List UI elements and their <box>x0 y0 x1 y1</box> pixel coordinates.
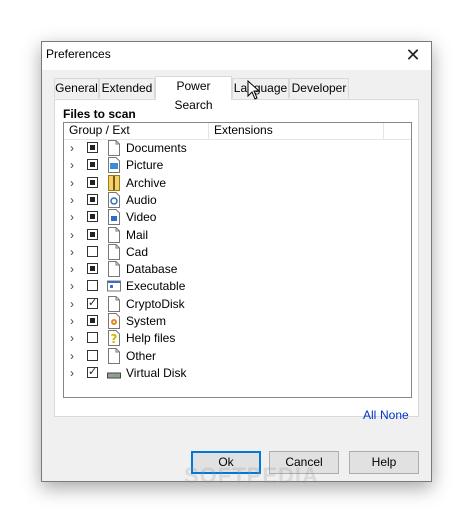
row-checkbox[interactable] <box>87 263 98 275</box>
document-icon <box>107 261 121 278</box>
chevron-right-icon[interactable]: › <box>67 245 77 259</box>
row-label: Audio <box>126 192 157 207</box>
row-checkbox[interactable] <box>87 176 98 188</box>
row-label: System <box>126 314 167 328</box>
chevron-right-icon[interactable]: › <box>67 349 77 363</box>
row-label: Archive <box>126 175 167 190</box>
row-checkbox[interactable] <box>87 211 98 223</box>
list-item[interactable]: › Documents <box>64 140 411 157</box>
list-item[interactable]: › Mail <box>64 226 411 244</box>
list-item[interactable]: › Executable <box>64 278 411 295</box>
executable-icon <box>107 278 121 294</box>
list-item[interactable]: › System <box>64 313 411 330</box>
column-extensions[interactable]: Extensions <box>209 123 384 139</box>
row-label: Other <box>126 348 157 363</box>
title-bar[interactable]: Preferences ✕ <box>42 42 431 70</box>
row-label: Cad <box>126 244 149 259</box>
tab-power-search[interactable]: Power Search <box>155 76 232 112</box>
list-item[interactable]: › Video <box>64 209 411 226</box>
archive-icon <box>107 174 121 191</box>
row-checkbox[interactable] <box>87 365 98 379</box>
document-icon <box>107 295 121 312</box>
row-label: CryptoDisk <box>126 296 185 311</box>
row-label: Picture <box>126 158 164 173</box>
mouse-cursor-icon <box>247 80 261 100</box>
files-to-scan-label: Files to scan <box>63 107 136 121</box>
row-checkbox[interactable] <box>87 142 98 153</box>
tab-developer[interactable]: Developer <box>289 78 349 98</box>
chevron-right-icon[interactable]: › <box>67 176 77 190</box>
row-label: Documents <box>126 141 187 155</box>
svg-text:?: ? <box>111 332 118 346</box>
window-title: Preferences <box>46 47 111 61</box>
chevron-right-icon[interactable]: › <box>67 210 77 224</box>
disk-icon <box>107 365 121 381</box>
row-label: Help files <box>126 331 176 346</box>
document-icon <box>107 226 121 243</box>
help-button[interactable]: Help <box>349 451 419 474</box>
chevron-right-icon[interactable]: › <box>67 279 77 293</box>
audio-icon <box>107 191 121 208</box>
chevron-right-icon[interactable]: › <box>67 193 77 207</box>
document-icon <box>107 243 121 260</box>
document-icon <box>107 140 121 156</box>
row-label: Video <box>126 210 157 225</box>
chevron-right-icon[interactable]: › <box>67 314 77 328</box>
list-item[interactable]: › Picture <box>64 157 411 174</box>
list-item[interactable]: › Other <box>64 347 411 365</box>
row-checkbox[interactable] <box>87 193 98 205</box>
picture-icon <box>107 157 121 174</box>
select-none-link[interactable]: None <box>380 408 409 422</box>
system-icon <box>107 313 121 329</box>
watermark-text: SOFTPEDIA <box>184 463 319 488</box>
help-icon: ? <box>107 330 121 347</box>
row-checkbox[interactable] <box>87 228 98 240</box>
row-checkbox[interactable] <box>87 159 98 171</box>
row-label: Executable <box>126 279 186 294</box>
list-item[interactable]: › Database <box>64 261 411 278</box>
chevron-right-icon[interactable]: › <box>67 262 77 276</box>
power-search-panel: Files to scan Group / Ext Extensions › Do… <box>54 99 419 417</box>
preferences-dialog: Preferences ✕ General Extended Power Sea… <box>41 41 432 482</box>
video-icon <box>107 209 121 226</box>
row-label: Mail <box>126 227 149 242</box>
row-label: Database <box>126 262 178 277</box>
chevron-right-icon[interactable]: › <box>67 297 77 311</box>
list-item[interactable]: › Virtual Disk <box>64 365 411 382</box>
row-checkbox[interactable] <box>87 349 98 361</box>
chevron-right-icon[interactable]: › <box>67 366 77 380</box>
tab-general[interactable]: General <box>54 78 99 98</box>
row-checkbox[interactable] <box>87 296 98 310</box>
chevron-right-icon[interactable]: › <box>67 331 77 345</box>
row-checkbox[interactable] <box>87 280 98 292</box>
chevron-right-icon[interactable]: › <box>67 228 77 242</box>
tab-extended[interactable]: Extended <box>99 78 155 98</box>
list-item[interactable]: › Cad <box>64 243 411 261</box>
list-item[interactable]: › Audio <box>64 191 411 209</box>
close-icon[interactable]: ✕ <box>403 45 423 65</box>
chevron-right-icon[interactable]: › <box>67 158 77 172</box>
list-item[interactable]: › CryptoDisk <box>64 295 411 313</box>
document-icon <box>107 347 121 364</box>
column-group-ext[interactable]: Group / Ext <box>64 123 209 139</box>
files-to-scan-list[interactable]: Group / Ext Extensions › Documents › Pictur… <box>63 122 412 398</box>
chevron-right-icon[interactable]: › <box>67 141 77 155</box>
row-checkbox[interactable] <box>87 332 98 344</box>
select-all-link[interactable]: All <box>363 408 376 422</box>
list-item[interactable]: ›? Help files <box>64 330 411 347</box>
row-checkbox[interactable] <box>87 245 98 257</box>
list-item[interactable]: › Archive <box>64 174 411 192</box>
list-header: Group / Ext Extensions <box>64 123 411 140</box>
row-checkbox[interactable] <box>87 315 98 326</box>
row-label: Virtual Disk <box>126 365 187 380</box>
